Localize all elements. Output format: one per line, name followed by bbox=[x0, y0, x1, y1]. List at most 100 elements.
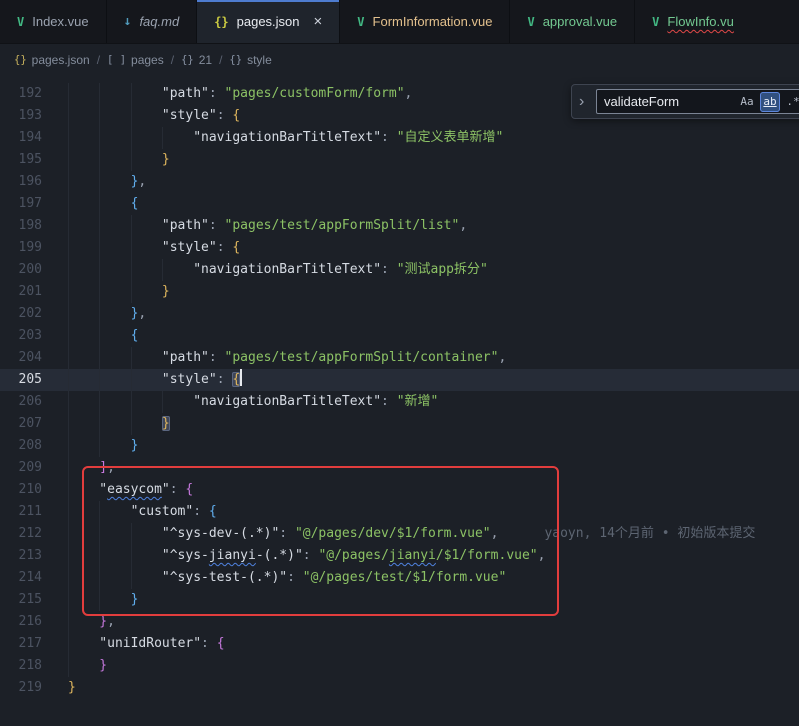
indent-guide bbox=[68, 127, 99, 149]
line-number[interactable]: 196 bbox=[0, 171, 42, 193]
breadcrumb-item-pages[interactable]: [ ] pages bbox=[107, 53, 164, 67]
chevron-right-icon[interactable]: › bbox=[579, 94, 589, 110]
line-number[interactable]: 192 bbox=[0, 83, 42, 105]
code-line[interactable]: 204"path": "pages/test/appFormSplit/cont… bbox=[0, 347, 799, 369]
code-text: "uniIdRouter": { bbox=[42, 633, 225, 655]
line-number[interactable]: 208 bbox=[0, 435, 42, 457]
code-line[interactable]: 213"^sys-jianyi-(.*)": "@/pages/jianyi/$… bbox=[0, 545, 799, 567]
code-line[interactable]: 207} bbox=[0, 413, 799, 435]
tab-forminformation-vue[interactable]: V FormInformation.vue bbox=[340, 0, 510, 43]
code-line[interactable]: 199"style": { bbox=[0, 237, 799, 259]
find-input[interactable] bbox=[604, 94, 734, 109]
indent-guide bbox=[68, 589, 99, 611]
code-line[interactable]: 218} bbox=[0, 655, 799, 677]
line-number[interactable]: 216 bbox=[0, 611, 42, 633]
editor[interactable]: 192"path": "pages/customForm/form",193"s… bbox=[0, 77, 799, 726]
breadcrumb-item-style[interactable]: {} style bbox=[229, 53, 271, 67]
regex-toggle[interactable]: .* bbox=[783, 92, 799, 112]
line-number[interactable]: 205 bbox=[0, 369, 42, 391]
tab-label: faq.md bbox=[139, 14, 179, 29]
indent-guide bbox=[99, 171, 130, 193]
code-line[interactable]: 202}, bbox=[0, 303, 799, 325]
line-number[interactable]: 210 bbox=[0, 479, 42, 501]
indent-guide bbox=[99, 589, 130, 611]
line-number[interactable]: 206 bbox=[0, 391, 42, 413]
code-line[interactable]: 212"^sys-dev-(.*)": "@/pages/dev/$1/form… bbox=[0, 523, 799, 545]
token: "^sys-test-(.*)" bbox=[162, 570, 287, 585]
line-number[interactable]: 219 bbox=[0, 677, 42, 699]
token: "navigationBarTitleText" bbox=[193, 130, 381, 145]
line-number[interactable]: 195 bbox=[0, 149, 42, 171]
line-number[interactable]: 197 bbox=[0, 193, 42, 215]
breadcrumb-item-21[interactable]: {} 21 bbox=[181, 53, 212, 67]
indent-guide bbox=[68, 347, 99, 369]
indent-guide bbox=[68, 413, 99, 435]
indent-guide bbox=[131, 545, 162, 567]
line-number[interactable]: 193 bbox=[0, 105, 42, 127]
indent-guide bbox=[99, 127, 130, 149]
indent-guide bbox=[99, 193, 130, 215]
line-number[interactable]: 199 bbox=[0, 237, 42, 259]
tab-index-vue[interactable]: V Index.vue bbox=[0, 0, 107, 43]
line-number[interactable]: 204 bbox=[0, 347, 42, 369]
code-lines: 192"path": "pages/customForm/form",193"s… bbox=[0, 83, 799, 699]
code-line[interactable]: 211"custom": { bbox=[0, 501, 799, 523]
tab-faq-md[interactable]: ↓ faq.md bbox=[107, 0, 198, 43]
line-number[interactable]: 201 bbox=[0, 281, 42, 303]
line-number[interactable]: 215 bbox=[0, 589, 42, 611]
code-line[interactable]: 208} bbox=[0, 435, 799, 457]
line-number[interactable]: 209 bbox=[0, 457, 42, 479]
code-line[interactable]: 209], bbox=[0, 457, 799, 479]
indent-guide bbox=[131, 347, 162, 369]
indent-guide bbox=[68, 237, 99, 259]
code-line[interactable]: 205"style": { bbox=[0, 369, 799, 391]
code-line[interactable]: 210"easycom": { bbox=[0, 479, 799, 501]
breadcrumb-item-file[interactable]: {} pages.json bbox=[14, 53, 90, 67]
close-icon[interactable]: × bbox=[314, 14, 323, 29]
code-line[interactable]: 197 { bbox=[0, 193, 799, 215]
token: -(.*)" bbox=[256, 548, 303, 563]
token: { bbox=[131, 196, 139, 211]
code-line[interactable]: 217"uniIdRouter": { bbox=[0, 633, 799, 655]
code-line[interactable]: 195} bbox=[0, 149, 799, 171]
indent-guide bbox=[99, 215, 130, 237]
token: : bbox=[381, 394, 397, 409]
code-line[interactable]: 216}, bbox=[0, 611, 799, 633]
tab-flowinfo-vue[interactable]: V FlowInfo.vu bbox=[635, 0, 799, 43]
code-line[interactable]: 196}, bbox=[0, 171, 799, 193]
token: } bbox=[131, 592, 139, 607]
line-number[interactable]: 211 bbox=[0, 501, 42, 523]
indent-guide bbox=[68, 171, 99, 193]
code-line[interactable]: 214"^sys-test-(.*)": "@/pages/test/$1/fo… bbox=[0, 567, 799, 589]
code-line[interactable]: 215} bbox=[0, 589, 799, 611]
token: "自定义表单新增" bbox=[397, 130, 504, 145]
line-number[interactable]: 212 bbox=[0, 523, 42, 545]
token: " bbox=[99, 482, 107, 497]
code-line[interactable]: 194"navigationBarTitleText": "自定义表单新增" bbox=[0, 127, 799, 149]
code-line[interactable]: 200"navigationBarTitleText": "测试app拆分" bbox=[0, 259, 799, 281]
match-case-toggle[interactable]: Aa bbox=[737, 92, 757, 112]
whole-word-toggle[interactable]: ab bbox=[760, 92, 780, 112]
line-number[interactable]: 202 bbox=[0, 303, 42, 325]
token: "path" bbox=[162, 350, 209, 365]
line-number[interactable]: 200 bbox=[0, 259, 42, 281]
code-line[interactable]: 201} bbox=[0, 281, 799, 303]
vue-file-icon: V bbox=[357, 15, 364, 29]
tab-pages-json[interactable]: {} pages.json × bbox=[197, 0, 340, 43]
line-number[interactable]: 203 bbox=[0, 325, 42, 347]
line-number[interactable]: 213 bbox=[0, 545, 42, 567]
code-line[interactable]: 219} bbox=[0, 677, 799, 699]
line-number[interactable]: 218 bbox=[0, 655, 42, 677]
code-line[interactable]: 198"path": "pages/test/appFormSplit/list… bbox=[0, 215, 799, 237]
code-line[interactable]: 203{ bbox=[0, 325, 799, 347]
indent-guide bbox=[68, 567, 99, 589]
tab-approval-vue[interactable]: V approval.vue bbox=[510, 0, 635, 43]
indent-guide bbox=[99, 567, 130, 589]
token: } bbox=[162, 284, 170, 299]
line-number[interactable]: 214 bbox=[0, 567, 42, 589]
line-number[interactable]: 217 bbox=[0, 633, 42, 655]
line-number[interactable]: 194 bbox=[0, 127, 42, 149]
code-line[interactable]: 206"navigationBarTitleText": "新增" bbox=[0, 391, 799, 413]
line-number[interactable]: 207 bbox=[0, 413, 42, 435]
line-number[interactable]: 198 bbox=[0, 215, 42, 237]
